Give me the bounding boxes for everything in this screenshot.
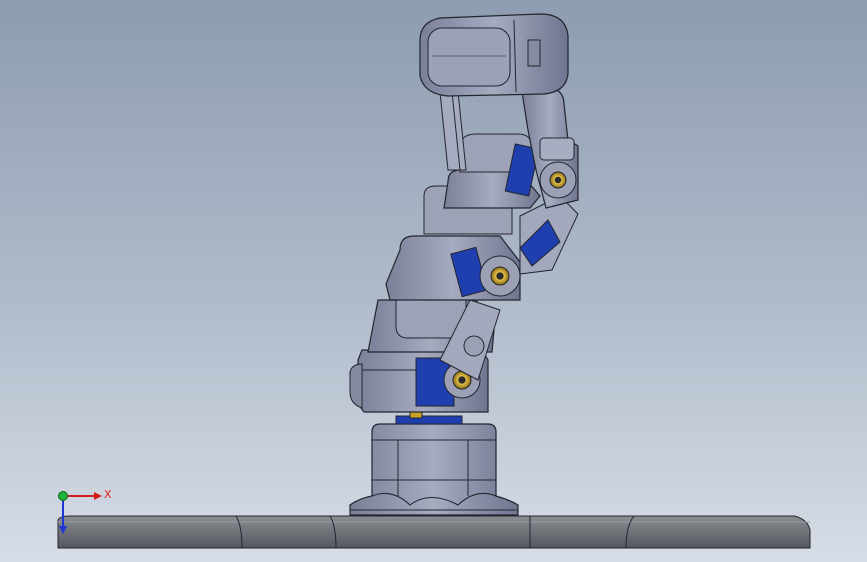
3d-viewport[interactable]: X (0, 0, 867, 562)
z-axis-arrowhead (59, 526, 67, 534)
y-axis-dot (58, 491, 68, 501)
x-axis-arrowhead (94, 492, 102, 500)
robot-arm-model[interactable] (0, 0, 867, 562)
base-mount[interactable] (349, 423, 519, 516)
floor-platform[interactable] (57, 515, 811, 549)
x-axis-label: X (104, 488, 112, 501)
gripper-head[interactable] (419, 13, 569, 97)
